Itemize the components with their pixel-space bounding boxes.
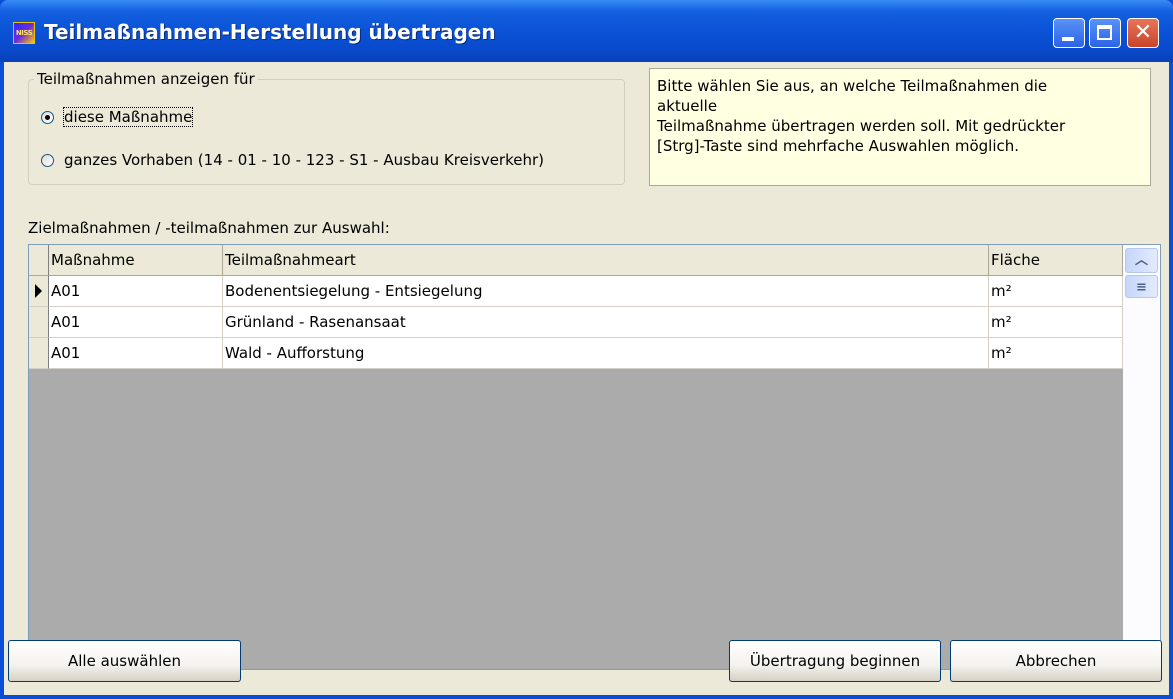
app-icon: NISS <box>13 22 35 44</box>
cell-teilmassnahmeart[interactable]: Wald - Aufforstung <box>223 338 989 369</box>
scroll-thumb[interactable]: ≡ <box>1125 275 1158 298</box>
cell-massnahme[interactable]: A01 <box>49 338 223 369</box>
header-corner <box>29 245 49 276</box>
column-header-flaeche[interactable]: Fläche <box>989 245 1123 276</box>
chevron-up-icon: ︿ <box>1134 253 1148 268</box>
minimize-button[interactable] <box>1053 18 1085 48</box>
title-bar[interactable]: NISS Teilmaßnahmen-Herstellung übertrage… <box>0 0 1173 62</box>
row-selector[interactable] <box>29 307 49 338</box>
cell-flaeche[interactable]: m² <box>989 338 1123 369</box>
cell-flaeche[interactable]: m² <box>989 276 1123 307</box>
radio-option-whole-project[interactable]: ganzes Vorhaben (14 - 01 - 10 - 123 - S1… <box>41 150 544 170</box>
cancel-button[interactable]: Abbrechen <box>950 640 1162 682</box>
grid-label: Zielmaßnahmen / -teilmaßnahmen zur Auswa… <box>28 219 390 237</box>
minimize-icon <box>1062 37 1074 41</box>
table-row[interactable]: A01 Bodenentsiegelung - Entsiegelung m² <box>29 276 1123 307</box>
vertical-scrollbar[interactable]: ︿ ≡ ﹀ <box>1123 245 1160 669</box>
row-selector[interactable] <box>29 276 49 307</box>
radio-button-checked[interactable] <box>41 110 54 124</box>
current-row-arrow-icon <box>35 284 42 298</box>
start-transfer-button[interactable]: Übertragung beginnen <box>729 640 941 682</box>
info-text-line: Bitte wählen Sie aus, an welche Teilmaßn… <box>657 77 1048 95</box>
grip-icon: ≡ <box>1136 280 1147 295</box>
grid-body: Maßnahme Teilmaßnahmeart Fläche A01 Bode… <box>29 245 1123 669</box>
row-selector[interactable] <box>29 338 49 369</box>
cell-massnahme[interactable]: A01 <box>49 307 223 338</box>
cell-massnahme[interactable]: A01 <box>49 276 223 307</box>
select-all-button[interactable]: Alle auswählen <box>8 640 241 682</box>
cell-teilmassnahmeart[interactable]: Bodenentsiegelung - Entsiegelung <box>223 276 989 307</box>
dialog-window: NISS Teilmaßnahmen-Herstellung übertrage… <box>0 0 1173 699</box>
scroll-up-button[interactable]: ︿ <box>1125 248 1158 273</box>
radio-button-unchecked[interactable] <box>41 153 54 167</box>
radio-label[interactable]: diese Maßnahme <box>62 107 194 127</box>
dialog-client: Teilmaßnahmen anzeigen für diese Maßnahm… <box>4 62 1169 695</box>
window-title: Teilmaßnahmen-Herstellung übertragen <box>44 20 496 44</box>
filter-legend: Teilmaßnahmen anzeigen für <box>34 70 258 88</box>
grid-header-row: Maßnahme Teilmaßnahmeart Fläche <box>29 245 1123 276</box>
info-text-line: Teilmaßnahme übertragen werden soll. Mit… <box>657 117 1066 135</box>
info-text-line: [Strg]-Taste sind mehrfache Auswahlen mö… <box>657 137 1020 155</box>
maximize-button[interactable] <box>1089 18 1121 48</box>
close-button[interactable]: ✕ <box>1127 18 1159 48</box>
maximize-icon <box>1097 25 1112 40</box>
column-header-teilmassnahmeart[interactable]: Teilmaßnahmeart <box>223 245 989 276</box>
data-grid[interactable]: Maßnahme Teilmaßnahmeart Fläche A01 Bode… <box>28 244 1161 670</box>
column-header-massnahme[interactable]: Maßnahme <box>49 245 223 276</box>
table-row[interactable]: A01 Wald - Aufforstung m² <box>29 338 1123 369</box>
radio-label[interactable]: ganzes Vorhaben (14 - 01 - 10 - 123 - S1… <box>64 151 544 169</box>
close-icon: ✕ <box>1133 20 1153 45</box>
info-box: Bitte wählen Sie aus, an welche Teilmaßn… <box>649 68 1151 186</box>
info-text-line: aktuelle <box>657 97 718 115</box>
table-row[interactable]: A01 Grünland - Rasenansaat m² <box>29 307 1123 338</box>
radio-option-this-measure[interactable]: diese Maßnahme <box>41 107 194 127</box>
cell-flaeche[interactable]: m² <box>989 307 1123 338</box>
cell-teilmassnahmeart[interactable]: Grünland - Rasenansaat <box>223 307 989 338</box>
